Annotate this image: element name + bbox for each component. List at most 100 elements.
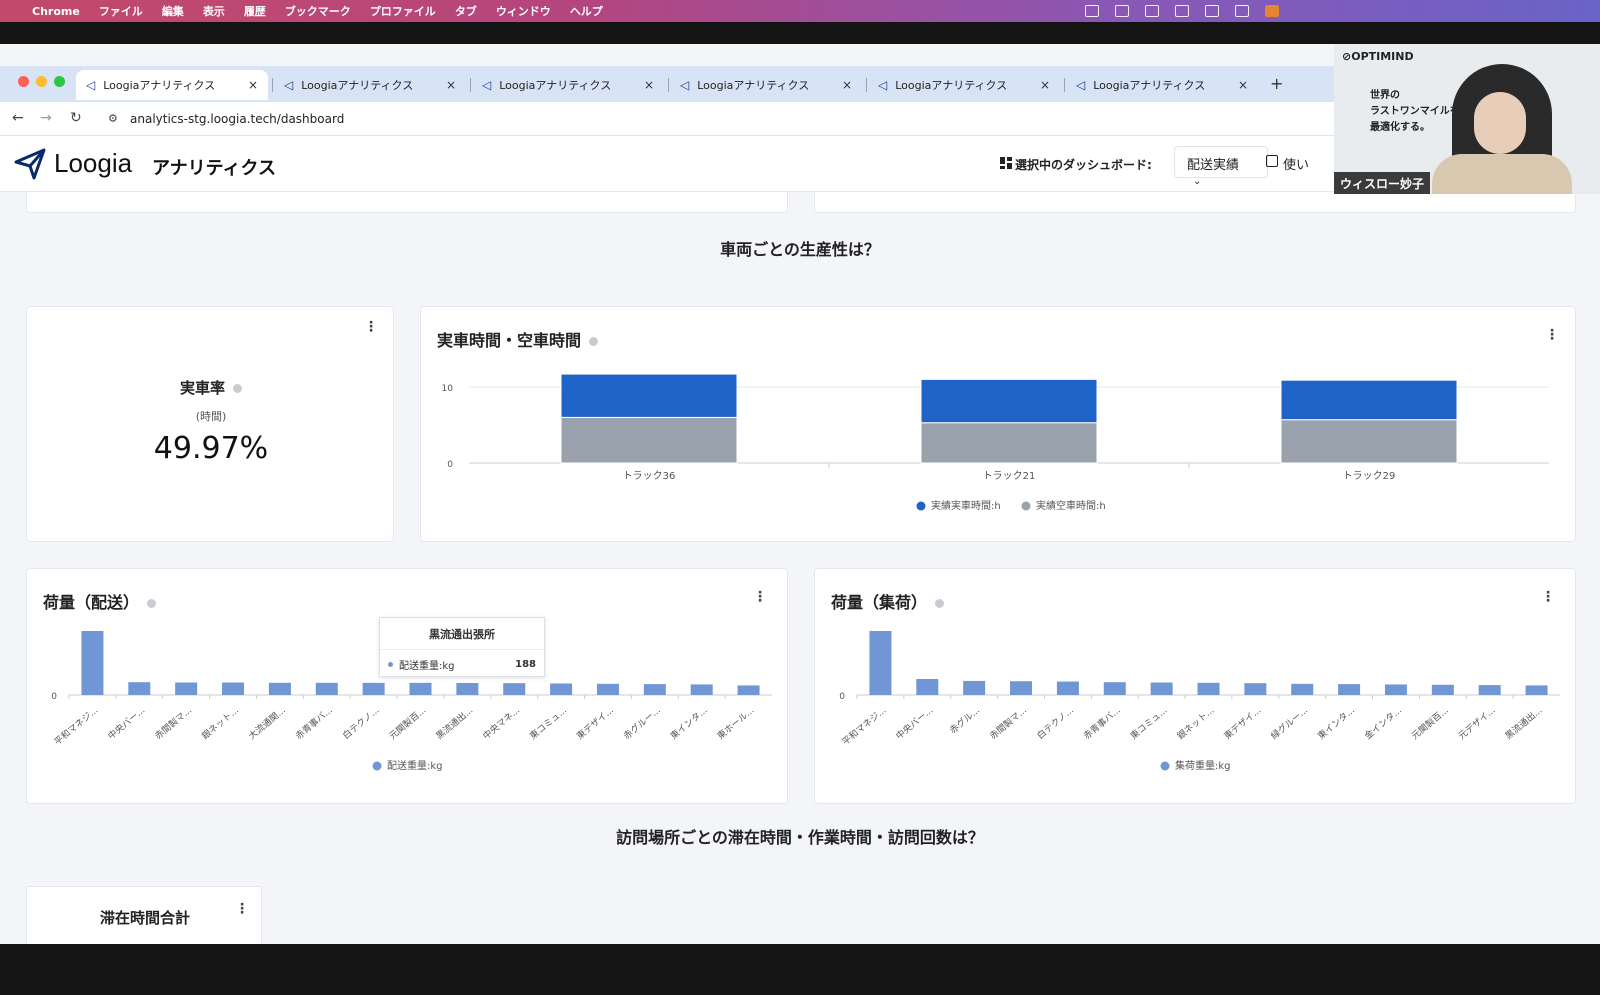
info-icon[interactable] (233, 384, 242, 393)
bar (1150, 682, 1173, 695)
tab-label: Loogiaアナリティクス (103, 79, 216, 92)
x-tick-label: トラック36 (623, 470, 676, 482)
video-brand: ⊘OPTIMIND (1342, 50, 1414, 63)
rate-value: 49.97% (153, 431, 269, 466)
tab-separator (1064, 78, 1065, 92)
loogia-favicon-icon: ◁ (482, 78, 492, 92)
tab-label: Loogiaアナリティクス (301, 79, 414, 92)
bar-segment (1280, 379, 1458, 421)
sync-icon[interactable] (1175, 5, 1189, 17)
app-icon[interactable] (1265, 5, 1279, 17)
section-title-vehicle: 車両ごとの生産性は？ (720, 240, 880, 259)
loogia-favicon-icon: ◁ (284, 78, 294, 92)
bar (963, 680, 986, 695)
menu-item[interactable]: 編集 (162, 5, 184, 18)
forward-icon[interactable]: → (40, 110, 52, 126)
logo-text[interactable]: Loogia (54, 148, 132, 179)
video-promo: 世界の ラストワンマイルを 最適化する。 (1370, 90, 1460, 133)
minimize-window-button[interactable] (36, 76, 47, 87)
shield-icon[interactable] (1205, 5, 1219, 17)
y-tick-label: 0 (51, 692, 57, 702)
menu-item[interactable]: ヘルプ (570, 5, 603, 18)
x-tick-label: 東コミュ... (1128, 704, 1170, 742)
menu-item[interactable]: タブ (455, 5, 477, 18)
printer-icon[interactable] (1235, 5, 1249, 17)
legend-marker (372, 761, 382, 771)
more-options-icon[interactable]: ⋮ (364, 319, 378, 335)
x-tick-label: 平和マネジ... (52, 705, 100, 748)
legend-marker (1021, 501, 1031, 511)
tab[interactable]: ◁ Loogiaアナリティクス × (866, 70, 1060, 100)
site-settings-icon[interactable]: ⚙ (108, 112, 118, 125)
tab-separator (866, 78, 867, 92)
close-tab-icon[interactable]: × (248, 78, 258, 92)
bar (1525, 685, 1548, 695)
bar (1338, 684, 1361, 695)
bar (1197, 682, 1220, 695)
x-tick-label: 東デザイ... (574, 704, 616, 742)
bar (869, 631, 892, 695)
tooltip-series-dot (388, 662, 393, 667)
bar (456, 682, 479, 695)
tab-label: Loogiaアナリティクス (895, 79, 1008, 92)
tab[interactable]: ◁ Loogiaアナリティクス × (76, 70, 268, 100)
reload-icon[interactable]: ↻ (70, 110, 82, 126)
x-tick-label: 赤グル... (947, 704, 982, 736)
close-tab-icon[interactable]: × (446, 78, 456, 92)
maximize-window-button[interactable] (54, 76, 65, 87)
close-tab-icon[interactable]: × (842, 78, 852, 92)
bar-segment (560, 416, 738, 464)
close-tab-icon[interactable]: × (1238, 78, 1248, 92)
stacked-bar-chart: 0 10 トラック36 トラック21 トラック29 実績実車時間:h 実績空車時間:h (442, 373, 1549, 512)
x-tick-label: 銀ネット... (1175, 704, 1217, 742)
back-icon[interactable]: ← (12, 110, 24, 126)
tab-separator (470, 78, 471, 92)
bar (128, 682, 151, 695)
bar-segment (560, 373, 738, 418)
x-tick-label: 赤青事バ... (293, 704, 335, 742)
bar-segment (1280, 419, 1458, 464)
url-field[interactable]: analytics-stg.loogia.tech/dashboard (130, 112, 344, 126)
more-options-icon[interactable]: ⋮ (235, 901, 249, 917)
tooltip-row: 配送重量:kg 188 (380, 650, 544, 679)
notification-icon[interactable] (1145, 5, 1159, 17)
x-tick-label: 銀ネット... (199, 704, 241, 742)
x-tick-label: 白テクノ... (1034, 704, 1075, 742)
menu-item[interactable]: プロファイル (370, 5, 436, 18)
legend-label: 実績実車時間:h (931, 499, 1001, 512)
menu-item[interactable]: ウィンドウ (496, 5, 551, 18)
previous-card-left (26, 192, 788, 213)
close-tab-icon[interactable]: × (1040, 78, 1050, 92)
x-tick-label: 中央バー... (893, 704, 935, 742)
x-tick-label: 赤グルー... (621, 704, 663, 742)
bar (1431, 684, 1454, 695)
x-tick-label: トラック29 (1343, 470, 1396, 482)
screen-share-icon[interactable] (1115, 5, 1129, 17)
bar-segment (920, 378, 1098, 424)
tab[interactable]: ◁ Loogiaアナリティクス × (668, 70, 862, 100)
rate-card: ⋮ 実車率 (時間) 49.97% (26, 306, 394, 542)
tab[interactable]: ◁ Loogiaアナリティクス × (272, 70, 466, 100)
dashboard-select[interactable]: 配送実績 ⌄ (1174, 146, 1268, 187)
menu-item[interactable]: ブックマーク (285, 5, 351, 18)
x-tick-label: 赤青事バ... (1081, 704, 1123, 742)
bar (1244, 683, 1267, 695)
menu-item[interactable]: 履歴 (244, 5, 266, 18)
close-window-button[interactable] (18, 76, 29, 87)
bar (1478, 685, 1501, 695)
delivery-bar-chart: 0 平和マネジ... 中央バー... 赤間製マ... 銀ネット... 大流通関... 赤青事… (51, 631, 772, 772)
new-tab-button[interactable]: + (1270, 74, 1283, 93)
bar (1384, 684, 1407, 695)
chart-tooltip: 黒流通出張所 配送重量:kg 188 (379, 617, 545, 677)
help-link[interactable]: 使い (1283, 154, 1309, 173)
menu-item[interactable]: ファイル (99, 5, 143, 18)
menu-item[interactable]: 表示 (203, 5, 225, 18)
menu-item[interactable]: Chrome (32, 5, 80, 18)
close-tab-icon[interactable]: × (644, 78, 654, 92)
bar (362, 682, 385, 695)
tab[interactable]: ◁ Loogiaアナリティクス × (1064, 70, 1258, 100)
tab[interactable]: ◁ Loogiaアナリティクス × (470, 70, 664, 100)
x-tick-label: 黒流通出... (433, 704, 475, 742)
display-icon[interactable] (1085, 5, 1099, 17)
x-tick-label: 白テクノ... (340, 704, 381, 742)
